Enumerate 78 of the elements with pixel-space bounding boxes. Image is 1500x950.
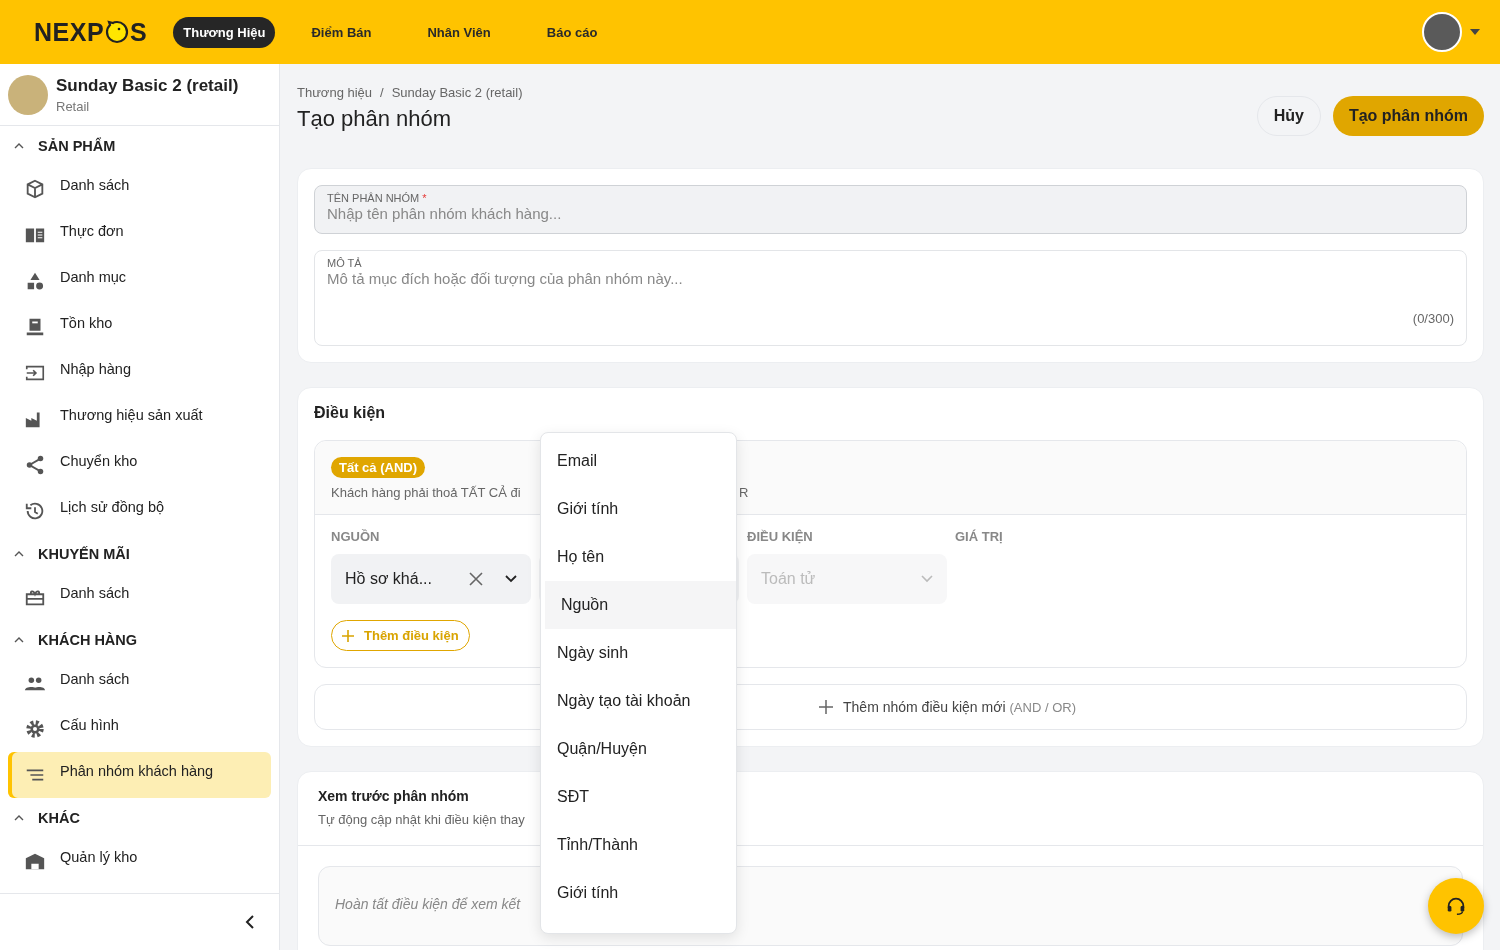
empty-message: Hoàn tất điều kiện để xem kết bbox=[335, 896, 521, 912]
sidebar-item[interactable]: Quản lý kho bbox=[8, 838, 271, 884]
caret-down-icon[interactable] bbox=[1470, 29, 1480, 35]
nav-tab[interactable]: Nhân Viên bbox=[407, 16, 511, 48]
section-header[interactable]: KHÁC bbox=[8, 798, 86, 838]
breadcrumb-link[interactable]: Thương hiệu bbox=[297, 85, 373, 100]
dropdown-option[interactable]: Ngày sinh bbox=[541, 629, 736, 677]
group-hint: Khách hàng phải thoả TẤT CẢ đi bbox=[331, 485, 522, 500]
section-header[interactable]: SẢN PHẨM bbox=[8, 126, 122, 166]
character-counter: (0/300) bbox=[1412, 311, 1454, 326]
group-hint: R bbox=[739, 485, 749, 500]
dropdown-option[interactable]: Họ tên bbox=[541, 533, 736, 581]
sidebar-item[interactable]: Phân nhóm khách hàng bbox=[8, 752, 271, 798]
chevron-up-icon bbox=[14, 551, 24, 557]
headset-icon bbox=[1445, 895, 1467, 917]
plus-icon bbox=[819, 700, 834, 714]
logo-blob-icon bbox=[105, 20, 130, 44]
section-header[interactable]: KHÁCH HÀNG bbox=[8, 620, 144, 660]
breadcrumb-link[interactable]: Sunday Basic 2 (retail) bbox=[391, 85, 523, 100]
cancel-button[interactable]: Hủy bbox=[1256, 96, 1321, 136]
preview-title: Xem trước phân nhóm bbox=[318, 788, 469, 804]
chevron-up-icon bbox=[14, 143, 24, 149]
chevron-left-icon[interactable] bbox=[245, 915, 255, 929]
dropdown-option[interactable]: Giới tính bbox=[541, 869, 736, 917]
store-photo-placeholder bbox=[8, 74, 48, 115]
section-title: Điều kiện bbox=[314, 404, 387, 422]
column-header: ĐIỀU KIỆN bbox=[747, 529, 814, 544]
nav-tab[interactable]: Thương Hiệu bbox=[173, 16, 276, 48]
sidebar-item[interactable]: Danh mục bbox=[8, 258, 271, 304]
column-header: NGUỒN bbox=[331, 529, 381, 544]
field-label: MÔ TẢ bbox=[327, 257, 362, 269]
sidebar-item[interactable]: Lịch sử đồng bộ bbox=[8, 488, 271, 534]
stock-icon bbox=[24, 316, 46, 338]
settings-icon bbox=[24, 718, 46, 740]
page-title: Tạo phân nhóm bbox=[297, 106, 453, 132]
sidebar-item[interactable]: Danh sách bbox=[8, 574, 271, 620]
section-header[interactable]: KHUYẾN MÃI bbox=[8, 534, 136, 574]
create-button[interactable]: Tạo phân nhóm bbox=[1332, 96, 1484, 136]
description-field[interactable]: MÔ TẢ Mô tả mục đích hoặc đối tượng của phân nhóm này... (0/300) bbox=[314, 250, 1467, 346]
chevron-down-icon bbox=[921, 575, 933, 583]
sidebar-item[interactable]: Chuyển kho bbox=[8, 442, 271, 488]
source-select[interactable]: Hồ sơ khá... bbox=[331, 554, 531, 604]
dropdown-option[interactable]: Email bbox=[541, 437, 736, 485]
sidebar-item[interactable]: Cấu hình bbox=[8, 706, 271, 752]
chevron-up-icon bbox=[14, 637, 24, 643]
dropdown-option[interactable]: Nguồn bbox=[545, 581, 736, 629]
store-name: Sunday Basic 2 (retail) bbox=[56, 75, 239, 96]
logic-badge: Tất cả (AND) bbox=[331, 457, 425, 478]
dropdown-option[interactable]: SĐT bbox=[541, 773, 736, 821]
preview-subtitle: Tự động cập nhật khi điều kiện thay bbox=[318, 812, 525, 827]
chevron-down-icon bbox=[505, 575, 517, 583]
avatar-icon[interactable] bbox=[1422, 12, 1462, 52]
sidebar-item[interactable]: Tồn kho bbox=[8, 304, 271, 350]
store-type: Retail bbox=[56, 98, 91, 114]
logo-text: NEXP bbox=[34, 17, 105, 47]
share-icon bbox=[24, 454, 46, 476]
dropdown-option[interactable]: Giới tính bbox=[541, 485, 736, 533]
dropdown-option[interactable]: Tỉnh/Thành bbox=[541, 821, 736, 869]
chevron-up-icon bbox=[14, 815, 24, 821]
description-input[interactable]: Mô tả mục đích hoặc đối tượng của phân nhóm này... bbox=[327, 269, 891, 311]
sidebar-item[interactable]: Thực đơn bbox=[8, 212, 271, 258]
history-icon bbox=[24, 500, 46, 522]
nav-tab[interactable]: Điểm Bán bbox=[291, 16, 392, 48]
column-header: GIÁ TRỊ bbox=[955, 529, 1004, 544]
sidebar-item[interactable]: Danh sách bbox=[8, 660, 271, 706]
name-field[interactable]: TÊN PHÂN NHÓM * Nhập tên phân nhóm khách hàng... bbox=[314, 185, 1467, 234]
plus-icon bbox=[342, 629, 354, 642]
nav-tab[interactable]: Báo cáo bbox=[526, 16, 618, 48]
sidebar-item[interactable]: Nhập hàng bbox=[8, 350, 271, 396]
logo-text: S bbox=[130, 17, 148, 47]
box-icon bbox=[24, 178, 46, 200]
name-input[interactable]: Nhập tên phân nhóm khách hàng... bbox=[327, 204, 891, 223]
breadcrumb-separator: / bbox=[380, 85, 384, 100]
sidebar-item[interactable]: Danh sách bbox=[8, 166, 271, 212]
field-label: TÊN PHÂN NHÓM bbox=[327, 192, 420, 204]
clear-icon[interactable] bbox=[469, 572, 483, 586]
required-mark: * bbox=[422, 192, 427, 204]
sidebar-item[interactable]: Thương hiệu sản xuất bbox=[8, 396, 271, 442]
